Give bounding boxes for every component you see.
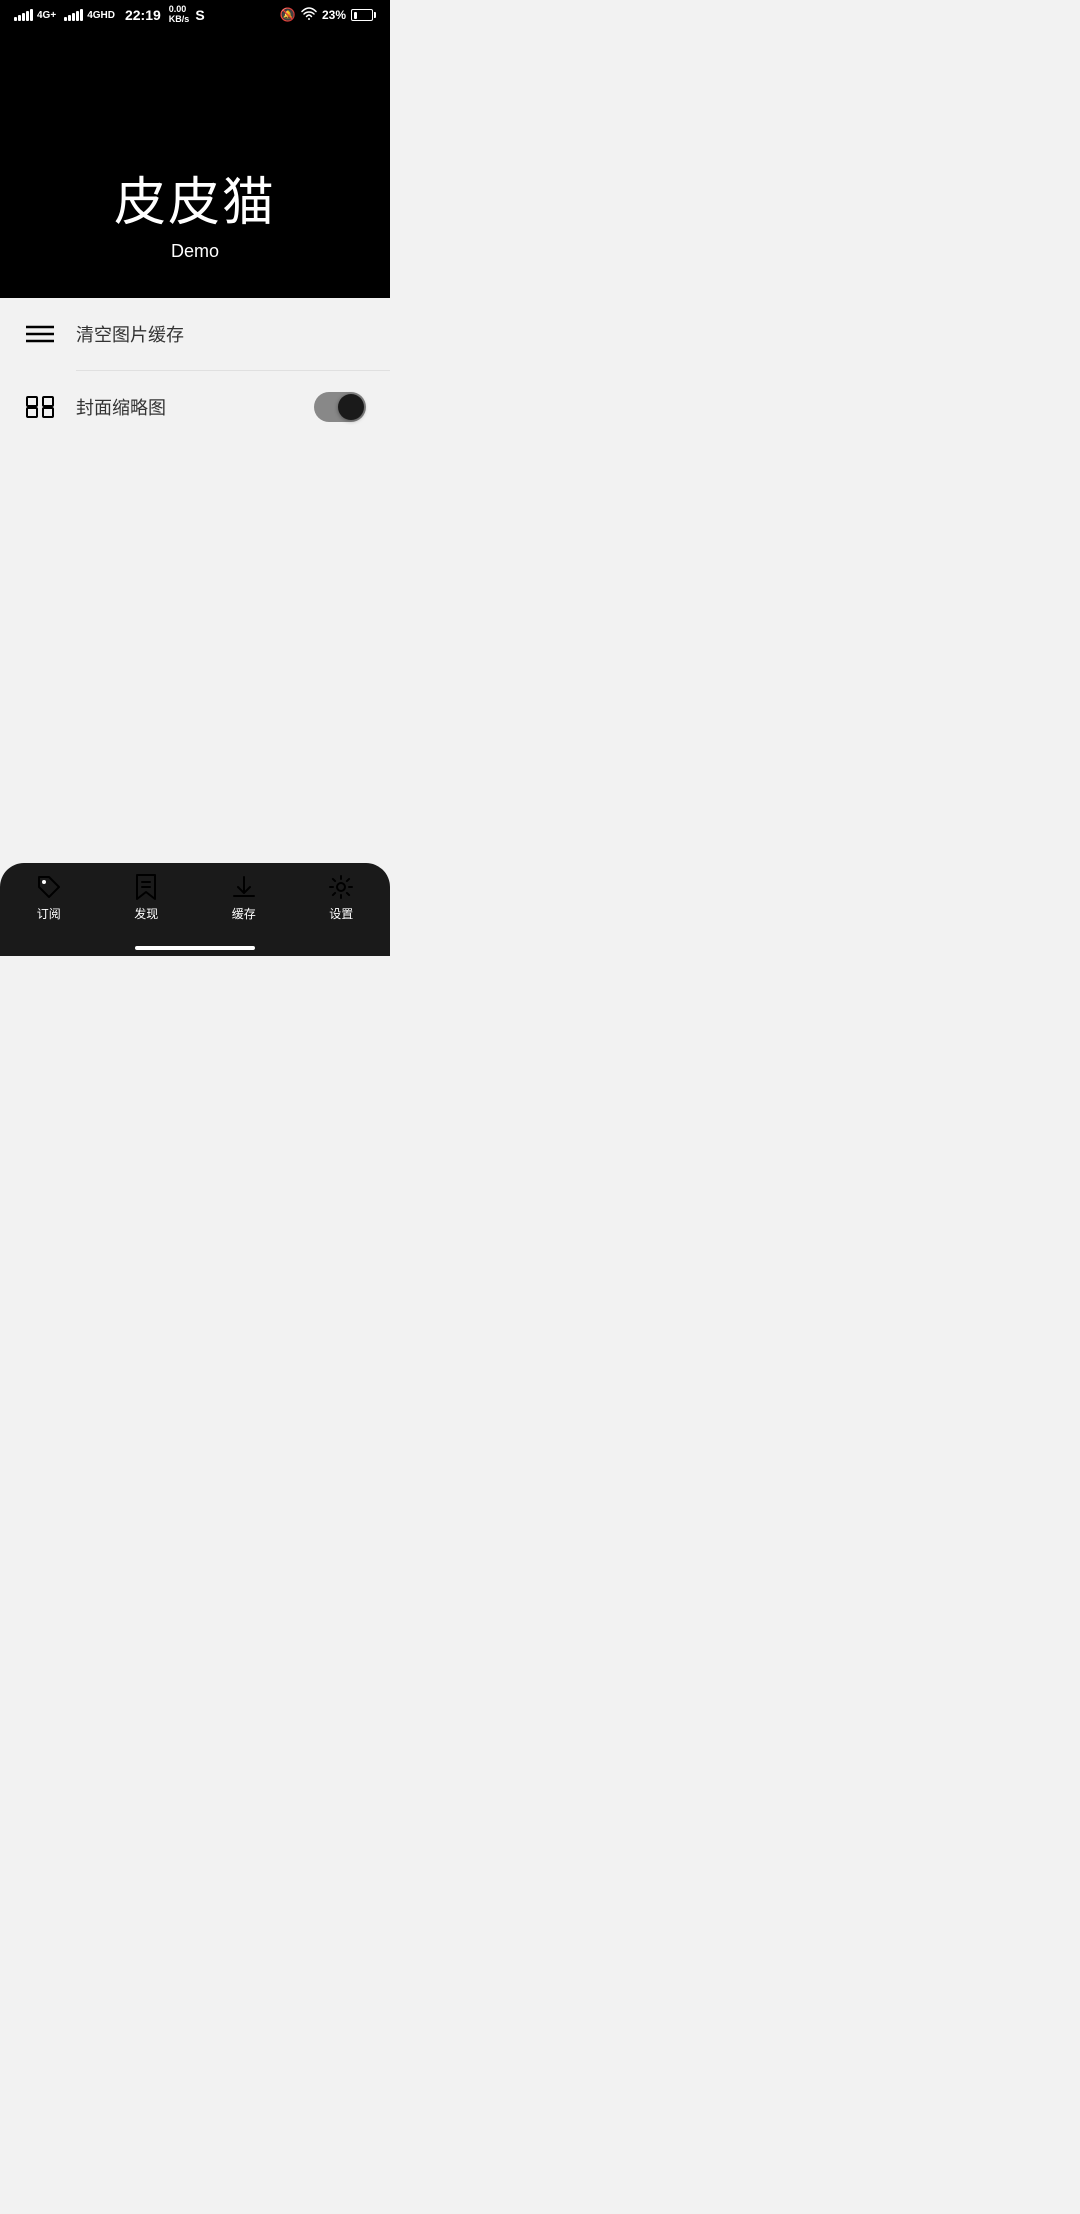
lines-icon	[24, 318, 56, 350]
thumbnail-label: 封面缩略图	[76, 394, 294, 420]
nav-item-settings[interactable]: 设置	[293, 873, 391, 922]
signal-bars-2	[64, 9, 83, 21]
tag-icon	[35, 873, 63, 901]
signal-bars-1	[14, 9, 33, 21]
toggle-knob	[338, 394, 364, 420]
settings-content: 清空图片缓存 封面缩略图	[0, 298, 390, 653]
thumbnail-item[interactable]: 封面缩略图	[0, 371, 390, 443]
thumbnail-toggle[interactable]	[314, 392, 366, 422]
thumbnail-toggle-container	[314, 392, 366, 422]
app-subtitle: Demo	[171, 241, 219, 262]
grid-icon	[24, 391, 56, 423]
clear-cache-label: 清空图片缓存	[76, 321, 366, 347]
nav-item-discover[interactable]: 发现	[98, 873, 196, 922]
status-right: 🔕 23%	[280, 7, 376, 23]
content-spacer	[0, 653, 390, 863]
settings-label: 设置	[329, 905, 353, 922]
s-icon: S	[195, 7, 204, 23]
status-bar: 4G+ 4GHD 22:19 0.00KB/s S 🔕 23%	[0, 0, 390, 28]
download-icon	[230, 873, 258, 901]
app-title: 皮皮猫	[114, 160, 276, 235]
wifi-icon	[301, 7, 317, 23]
home-indicator	[0, 946, 390, 956]
status-left: 4G+ 4GHD 22:19 0.00KB/s S	[14, 5, 205, 25]
hero-section: 皮皮猫 Demo	[0, 28, 390, 298]
time-label: 22:19	[125, 7, 161, 23]
bell-muted-icon: 🔕	[280, 7, 296, 23]
network2-label: 4GHD	[87, 10, 115, 21]
nav-item-subscribe[interactable]: 订阅	[0, 873, 98, 922]
nav-item-cache[interactable]: 缓存	[195, 873, 293, 922]
bottom-nav: 订阅 发现 缓存 设置	[0, 863, 390, 946]
speed-label: 0.00KB/s	[169, 5, 190, 25]
battery-percent: 23%	[322, 8, 346, 22]
clear-cache-item[interactable]: 清空图片缓存	[0, 298, 390, 370]
network1-label: 4G+	[37, 10, 56, 21]
subscribe-label: 订阅	[37, 905, 61, 922]
cache-label: 缓存	[232, 905, 256, 922]
home-bar	[135, 946, 255, 950]
discover-label: 发现	[134, 905, 158, 922]
bookmark-icon	[132, 873, 160, 901]
gear-icon	[327, 873, 355, 901]
battery-icon	[351, 9, 376, 21]
